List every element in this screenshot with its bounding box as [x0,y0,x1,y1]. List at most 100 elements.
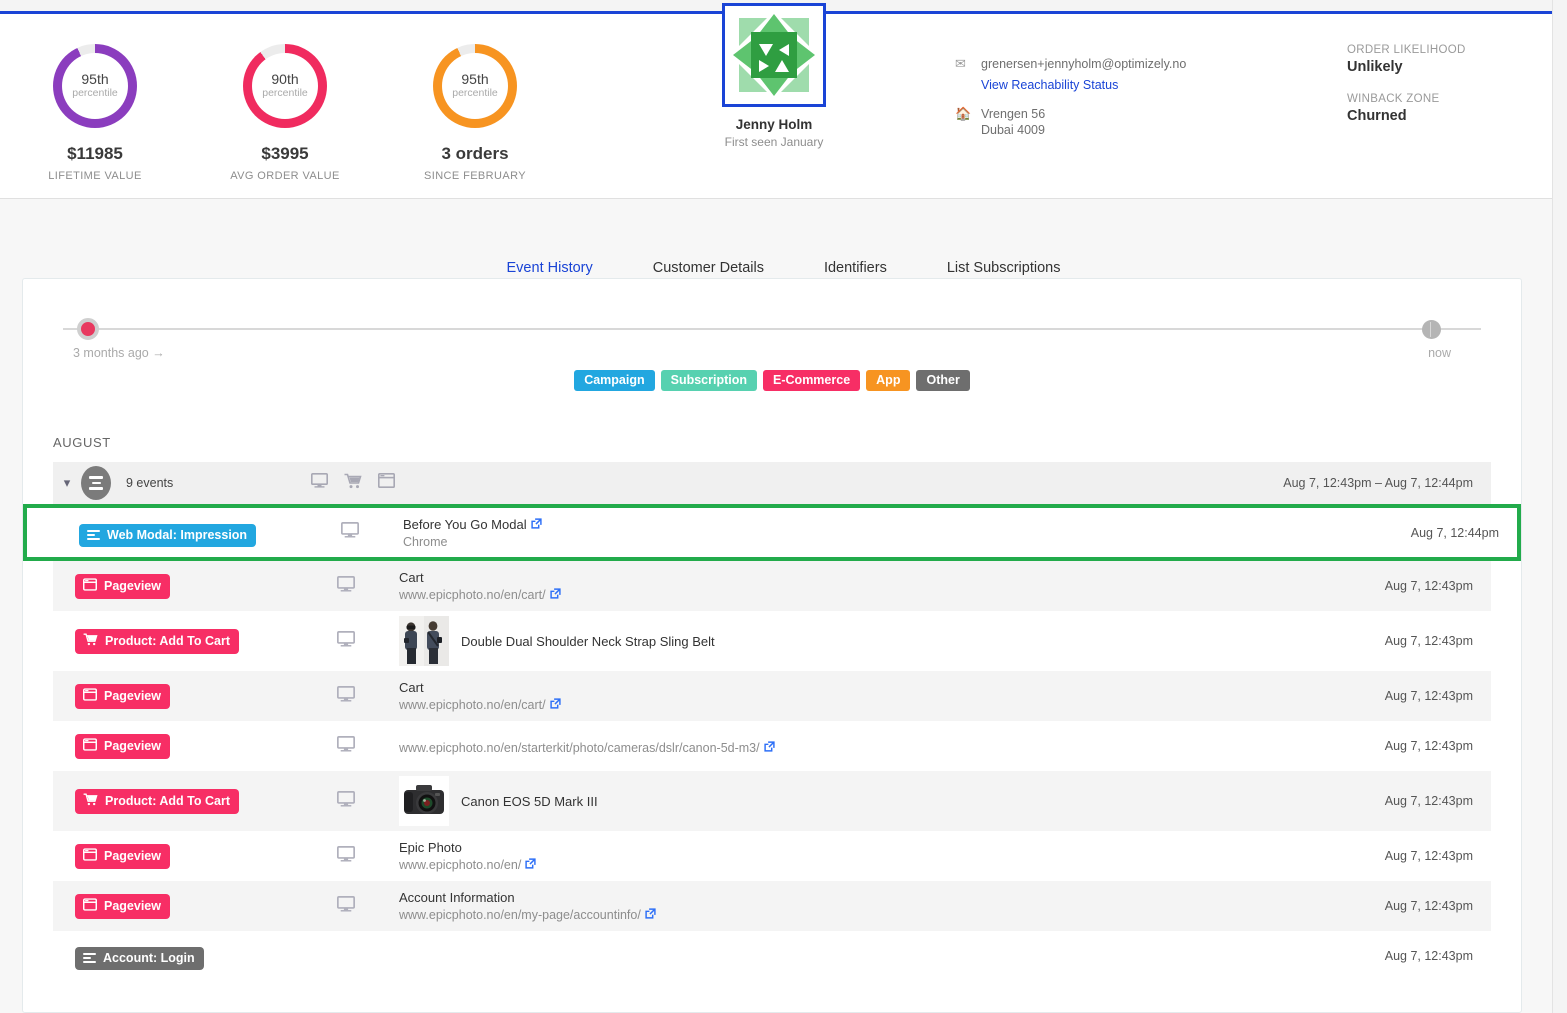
filter-pill-e-commerce[interactable]: E-Commerce [763,370,861,391]
slider-handle-end[interactable] [1422,320,1441,339]
table-row[interactable]: Product: Add To Cart Double Dual Shoulder… [53,611,1491,671]
event-timestamp: Aug 7, 12:43pm [1384,579,1473,593]
event-detail-cell: www.epicphoto.no/en/starterkit/photo/cam… [399,738,1291,755]
address-line-1: Vrengen 56 [981,107,1046,121]
event-badge-cell: Product: Add To Cart [75,628,337,654]
address-line-2: Dubai 4009 [981,123,1045,137]
external-link-icon[interactable] [549,698,561,712]
product-name: Canon EOS 5D Mark III [461,793,598,809]
chevron-down-icon[interactable]: ▾ [53,475,81,491]
event-title: Epic Photo [399,840,462,855]
metric-caption: SINCE FEBRUARY [424,170,526,182]
email-value: grenersen+jennyholm@optimizely.no [981,57,1187,71]
metric-2: 95th percentile 3 orders SINCE FEBRUARY [380,44,570,182]
event-detail-cell: Double Dual Shoulder Neck Strap Sling Be… [399,616,1291,666]
external-link-icon[interactable] [763,740,775,755]
metric-1: 90th percentile $3995 AVG ORDER VALUE [190,44,380,182]
event-type-badge[interactable]: Product: Add To Cart [75,788,239,814]
event-type-badge[interactable]: Pageview [75,733,170,759]
event-url: www.epicphoto.no/en/ [399,858,536,872]
event-timestamp: Aug 7, 12:44pm [1410,525,1499,540]
monitor-icon [341,522,359,542]
month-label: AUGUST [53,435,111,450]
timeline-slider[interactable]: 3 months ago → now [55,314,1489,360]
cart-icon [344,473,362,494]
address-row: 🏠 Vrengen 56 Dubai 4009 [955,106,1186,138]
table-row[interactable]: Product: Add To Cart Canon EOS 5D Mark II… [53,771,1491,831]
group-bubble-icon [81,466,111,500]
monitor-icon [337,790,355,811]
event-url: www.epicphoto.no/en/cart/ [399,588,561,602]
metric-percentile-sub: percentile [452,86,498,99]
event-detail-cell: Cart www.epicphoto.no/en/cart/ [399,570,1291,602]
event-group-header[interactable]: ▾ 9 events Aug 7, 12:43pm – Aug 7, 12:44… [53,462,1491,504]
metric-value: $11985 [67,144,123,163]
device-cell [337,790,399,812]
event-timestamp: Aug 7, 12:43pm [1384,949,1473,963]
monitor-icon [337,685,355,706]
event-type-badge[interactable]: Account: Login [75,947,204,970]
right-stats: ORDER LIKELIHOOD Unlikely WINBACK ZONE C… [1347,44,1466,124]
event-timestamp: Aug 7, 12:43pm [1384,899,1473,913]
event-type-label: Web Modal: Impression [107,527,248,542]
metrics-row: 95th percentile $11985 LIFETIME VALUE 90th pe… [0,44,570,182]
external-link-icon[interactable] [525,858,536,872]
cart-icon [83,633,98,649]
page-scrollbar[interactable] [1552,0,1567,1013]
event-type-badge[interactable]: Product: Add To Cart [75,628,239,654]
event-text-block: Cart www.epicphoto.no/en/cart/ [399,570,561,602]
external-link-icon[interactable] [645,908,656,922]
table-row[interactable]: Pageview Cart www.epicphoto.no/en/cart/Aug… [53,561,1491,611]
device-cell [337,735,399,757]
winback-zone-value: Churned [1347,108,1407,124]
event-type-badge[interactable]: Web Modal: Impression [79,523,257,547]
event-url: Chrome [403,534,448,549]
metric-donut: 95th percentile [53,44,137,128]
event-detail-cell: Cart www.epicphoto.no/en/cart/ [399,680,1291,712]
metric-percentile-sub: percentile [262,86,308,99]
table-row[interactable]: Pageview Cart www.epicphoto.no/en/cart/Aug… [53,671,1491,721]
table-row[interactable]: Account: Login Aug 7, 12:43pm [53,931,1491,981]
external-link-icon[interactable] [549,588,561,602]
event-type-badge[interactable]: Pageview [75,683,170,709]
metric-caption: AVG ORDER VALUE [230,170,340,182]
event-timestamp: Aug 7, 12:43pm [1384,634,1473,648]
table-row[interactable]: Pageview www.epicphoto.no/en/starterkit/p… [53,721,1491,771]
envelope-icon: ✉ [955,56,966,71]
customer-first-seen: First seen January [724,135,824,149]
browser-window-icon [82,897,97,914]
filter-pill-other[interactable]: Other [916,370,970,391]
view-reachability-status-link[interactable]: View Reachability Status [981,78,1118,92]
event-timestamp: Aug 7, 12:43pm [1384,849,1473,863]
reachability-row[interactable]: View Reachability Status [955,78,1186,92]
event-text-block: Before You Go Modal Chrome [403,517,542,549]
external-link-icon[interactable] [530,517,542,532]
table-row[interactable]: Web Modal: Impression Before You Go Modal… [23,504,1521,561]
monitor-icon [337,630,355,651]
event-type-label: Pageview [104,898,161,913]
slider-handle-start[interactable] [77,318,99,340]
event-url: www.epicphoto.no/en/cart/ [399,698,561,712]
avatar [722,3,826,107]
event-type-badge[interactable]: Pageview [75,843,170,869]
event-text-block: Account Information www.epicphoto.no/en/m… [399,890,656,922]
event-type-label: Product: Add To Cart [105,633,230,648]
slider-track[interactable] [63,328,1481,330]
avatar-pattern-icon [725,6,823,104]
event-type-badge[interactable]: Pageview [75,893,170,919]
filter-pill-app[interactable]: App [866,370,911,391]
event-badge-cell: Account: Login [75,942,337,970]
event-type-badge[interactable]: Pageview [75,573,170,599]
group-event-count: 9 events [126,476,174,490]
table-row[interactable]: Pageview Account Information www.epicphoto… [53,881,1491,931]
event-title: Account Information [399,890,515,905]
event-detail-cell: Epic Photo www.epicphoto.no/en/ [399,840,1291,872]
event-title: Before You Go Modal [403,517,542,532]
device-cell [337,630,399,652]
table-row[interactable]: Pageview Epic Photo www.epicphoto.no/en/Au… [53,831,1491,881]
customer-header: 95th percentile $11985 LIFETIME VALUE 90th pe… [0,3,1567,199]
metric-value: 3 orders [441,144,509,163]
monitor-icon [311,473,328,493]
filter-pill-campaign[interactable]: Campaign [574,370,655,391]
filter-pill-subscription[interactable]: Subscription [660,370,758,391]
